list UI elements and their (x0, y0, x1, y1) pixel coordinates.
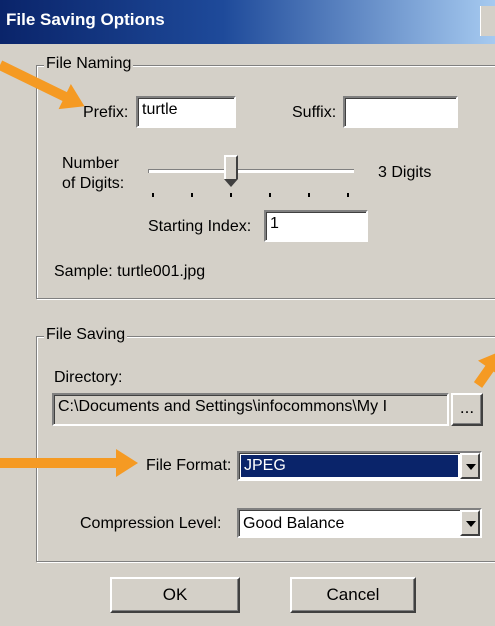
number-of-digits-label-line2: of Digits: (62, 175, 125, 192)
prefix-input[interactable]: turtle (136, 96, 236, 128)
slider-tick (191, 193, 193, 197)
starting-index-input[interactable]: 1 (264, 210, 368, 242)
sample-text: Sample: turtle001.jpg (54, 263, 206, 280)
slider-thumb[interactable] (224, 155, 238, 179)
ok-button[interactable]: OK (110, 577, 240, 613)
title-bar: File Saving Options (0, 0, 495, 44)
digits-slider[interactable] (148, 155, 354, 200)
compression-level-select[interactable]: Good Balance (237, 508, 482, 538)
compression-level-selected-value: Good Balance (243, 515, 345, 532)
slider-tick (152, 193, 154, 197)
title-bar-button-edge[interactable] (480, 6, 495, 36)
directory-label: Directory: (54, 369, 123, 386)
file-format-label: File Format: (146, 457, 232, 474)
suffix-label: Suffix: (292, 104, 337, 121)
chevron-down-icon (466, 464, 476, 470)
slider-track (148, 169, 354, 173)
file-format-selected-value: JPEG (241, 455, 458, 477)
file-saving-legend: File Saving (44, 326, 128, 344)
file-format-dropdown-arrow[interactable] (460, 453, 480, 479)
slider-thumb-point (224, 179, 238, 187)
slider-tick (230, 193, 232, 197)
file-naming-legend: File Naming (44, 55, 134, 73)
slider-tick (308, 193, 310, 197)
compression-level-label: Compression Level: (80, 515, 222, 532)
window-title: File Saving Options (6, 10, 165, 29)
prefix-label: Prefix: (83, 104, 129, 121)
number-of-digits-label-line1: Number (62, 155, 119, 172)
chevron-down-icon (466, 521, 476, 527)
suffix-input[interactable] (343, 96, 458, 128)
browse-directory-button[interactable]: ... (451, 393, 483, 426)
file-format-select[interactable]: JPEG (237, 451, 482, 481)
cancel-button[interactable]: Cancel (290, 577, 416, 613)
directory-field[interactable]: C:\Documents and Settings\infocommons\My… (52, 393, 449, 426)
annotation-arrow-file-format (0, 449, 138, 477)
starting-index-label: Starting Index: (148, 218, 252, 235)
slider-tick (347, 193, 349, 197)
digits-value-label: 3 Digits (378, 164, 432, 181)
slider-tick (269, 193, 271, 197)
compression-level-dropdown-arrow[interactable] (460, 510, 480, 536)
